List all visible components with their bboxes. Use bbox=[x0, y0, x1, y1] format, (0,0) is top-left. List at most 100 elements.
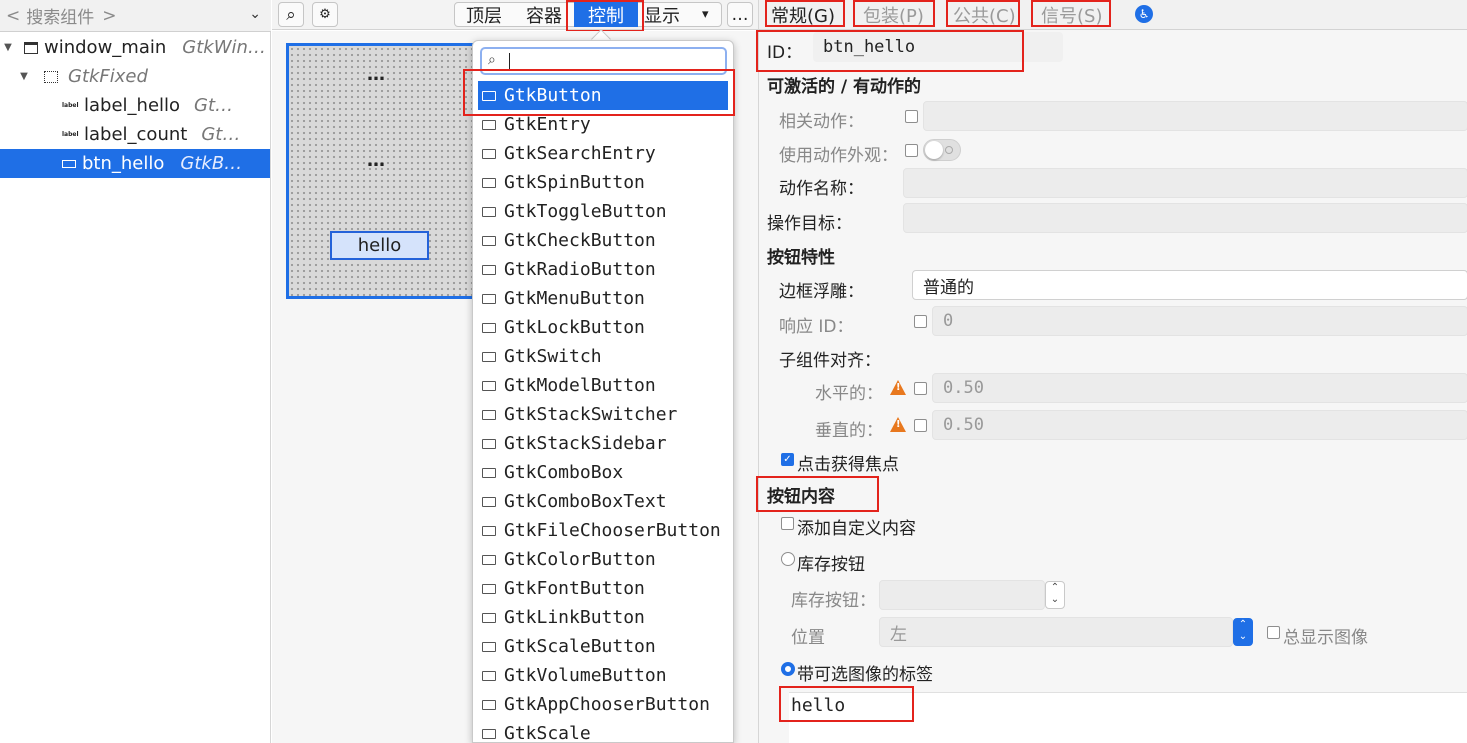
chevron-down-icon[interactable]: ▾ bbox=[694, 2, 717, 27]
id-label: ID： bbox=[767, 43, 803, 63]
palette-item[interactable]: GtkScale bbox=[478, 719, 728, 742]
widget-icon bbox=[482, 583, 496, 594]
hello-button-preview[interactable]: hello bbox=[330, 231, 429, 260]
more-button[interactable]: … bbox=[727, 2, 753, 27]
widget-icon bbox=[482, 612, 496, 623]
use-action-appearance-label: 使用动作外观： bbox=[779, 146, 898, 166]
palette-item-label: GtkLinkButton bbox=[504, 607, 645, 628]
tab-toplevel[interactable]: 顶层 bbox=[458, 2, 510, 27]
response-id-checkbox[interactable] bbox=[914, 315, 927, 328]
window-preview[interactable]: … … hello bbox=[286, 43, 486, 299]
tab-common[interactable]: 公共(C) bbox=[953, 2, 1016, 28]
id-field[interactable]: btn_hello bbox=[813, 32, 1063, 62]
custom-content-checkbox[interactable] bbox=[781, 517, 794, 530]
vertical-checkbox[interactable] bbox=[914, 419, 927, 432]
tree-item-btn-hello[interactable]: btn_hello GtkB… bbox=[0, 149, 270, 178]
label-count-placeholder[interactable]: … bbox=[367, 150, 386, 171]
tab-signals[interactable]: 信号(S) bbox=[1041, 2, 1102, 28]
related-action-checkbox[interactable] bbox=[905, 110, 918, 123]
palette-item[interactable]: GtkStackSwitcher bbox=[478, 400, 728, 429]
palette-toolbar: ⌕ ⚙ 顶层 容器 控制 显示 ▾ … bbox=[272, 0, 758, 30]
response-id-value: 0 bbox=[943, 311, 954, 331]
focus-on-click-checkbox[interactable]: ✓ bbox=[781, 453, 794, 466]
action-name-field[interactable] bbox=[903, 168, 1467, 198]
palette-item[interactable]: GtkFileChooserButton bbox=[478, 516, 728, 545]
palette-item[interactable]: GtkCheckButton bbox=[478, 226, 728, 255]
palette-item[interactable]: GtkAppChooserButton bbox=[478, 690, 728, 719]
response-id-field[interactable]: 0 bbox=[932, 306, 1467, 336]
search-next-icon[interactable]: > bbox=[102, 6, 116, 26]
palette-item[interactable]: GtkSearchEntry bbox=[478, 139, 728, 168]
palette-item[interactable]: GtkFontButton bbox=[478, 574, 728, 603]
palette-item[interactable]: GtkMenuButton bbox=[478, 284, 728, 313]
tab-packing[interactable]: 包装(P) bbox=[863, 2, 924, 28]
chevron-down-icon[interactable]: ⌄ bbox=[249, 6, 261, 22]
stock-button-combo[interactable] bbox=[879, 580, 1045, 610]
always-show-image-label: 总显示图像 bbox=[1283, 628, 1368, 648]
palette-item-label: GtkRadioButton bbox=[504, 259, 656, 280]
expander-icon[interactable]: ▼ bbox=[0, 42, 16, 53]
search-prev-icon[interactable]: < bbox=[6, 6, 20, 26]
palette-item[interactable]: GtkLockButton bbox=[478, 313, 728, 342]
palette-item[interactable]: GtkSwitch bbox=[478, 342, 728, 371]
position-combo[interactable]: 左 bbox=[879, 617, 1233, 647]
palette-search-input[interactable]: ⌕ bbox=[480, 47, 727, 75]
stock-button-radio[interactable] bbox=[781, 552, 795, 566]
action-target-field[interactable] bbox=[903, 203, 1467, 233]
palette-item[interactable]: GtkButton bbox=[478, 81, 728, 110]
label-with-image-radio[interactable] bbox=[781, 662, 795, 676]
palette-item[interactable]: GtkScaleButton bbox=[478, 632, 728, 661]
accessibility-icon[interactable]: ♿ bbox=[1135, 5, 1153, 23]
focus-on-click-label: 点击获得焦点 bbox=[797, 455, 899, 475]
related-action-field[interactable] bbox=[923, 101, 1467, 131]
palette-item[interactable]: GtkComboBox bbox=[478, 458, 728, 487]
tree-item-name: window_main bbox=[44, 37, 167, 58]
widget-search-placeholder[interactable]: 搜索组件 bbox=[26, 3, 94, 28]
palette-item[interactable]: GtkStackSidebar bbox=[478, 429, 728, 458]
palette-item[interactable]: GtkToggleButton bbox=[478, 197, 728, 226]
vertical-field[interactable]: 0.50 bbox=[932, 410, 1467, 440]
button-icon bbox=[62, 159, 76, 168]
tree-item-label-hello[interactable]: label label_hello Gt… bbox=[0, 91, 270, 120]
tab-controls[interactable]: 控制 bbox=[574, 2, 638, 27]
horizontal-checkbox[interactable] bbox=[914, 382, 927, 395]
warning-icon: ! bbox=[890, 417, 906, 432]
tree-item-name: btn_hello bbox=[82, 153, 165, 174]
section-activatable: 可激活的 / 有动作的 bbox=[767, 77, 922, 97]
settings-button[interactable]: ⚙ bbox=[312, 2, 338, 27]
tab-containers[interactable]: 容器 bbox=[518, 2, 570, 27]
tree-item-gtkfixed[interactable]: ▼ GtkFixed bbox=[0, 62, 270, 91]
tree-item-label-count[interactable]: label label_count Gt… bbox=[0, 120, 270, 149]
tree-item-window-main[interactable]: ▼ window_main GtkWin… bbox=[0, 33, 270, 62]
label-hello-placeholder[interactable]: … bbox=[367, 64, 386, 85]
label-text-editor[interactable]: hello bbox=[789, 692, 1467, 743]
palette-item[interactable]: GtkColorButton bbox=[478, 545, 728, 574]
palette-item[interactable]: GtkVolumeButton bbox=[478, 661, 728, 690]
palette-item[interactable]: GtkLinkButton bbox=[478, 603, 728, 632]
use-action-appearance-switch[interactable] bbox=[923, 139, 961, 161]
label-icon: label bbox=[62, 101, 79, 109]
palette-item[interactable]: GtkRadioButton bbox=[478, 255, 728, 284]
palette-item[interactable]: GtkComboBoxText bbox=[478, 487, 728, 516]
widget-icon bbox=[482, 496, 496, 507]
search-button[interactable]: ⌕ bbox=[278, 2, 304, 27]
tab-display[interactable]: 显示 bbox=[638, 2, 688, 27]
search-icon: ⌕ bbox=[488, 52, 496, 68]
palette-item-label: GtkMenuButton bbox=[504, 288, 645, 309]
stock-button-radio-label: 库存按钮 bbox=[797, 555, 865, 575]
label-with-image-label: 带可选图像的标签 bbox=[797, 665, 933, 685]
relief-select[interactable]: 普通的 bbox=[912, 270, 1467, 300]
palette-item[interactable]: GtkSpinButton bbox=[478, 168, 728, 197]
palette-item-label: GtkFileChooserButton bbox=[504, 520, 721, 541]
palette-item[interactable]: GtkModelButton bbox=[478, 371, 728, 400]
tree-item-type: GtkWin… bbox=[182, 37, 266, 58]
palette-item[interactable]: GtkEntry bbox=[478, 110, 728, 139]
use-action-appearance-checkbox[interactable] bbox=[905, 144, 918, 157]
widget-search-bar[interactable]: < 搜索组件 > ⌄ bbox=[0, 0, 271, 32]
stock-button-spinner[interactable]: ⌃ ⌄ bbox=[1045, 581, 1065, 609]
position-spinner[interactable]: ⌃ ⌄ bbox=[1233, 618, 1253, 646]
horizontal-field[interactable]: 0.50 bbox=[932, 373, 1467, 403]
expander-icon[interactable]: ▼ bbox=[16, 71, 32, 82]
always-show-image-checkbox[interactable] bbox=[1267, 626, 1280, 639]
tab-general[interactable]: 常规(G) bbox=[771, 2, 835, 28]
